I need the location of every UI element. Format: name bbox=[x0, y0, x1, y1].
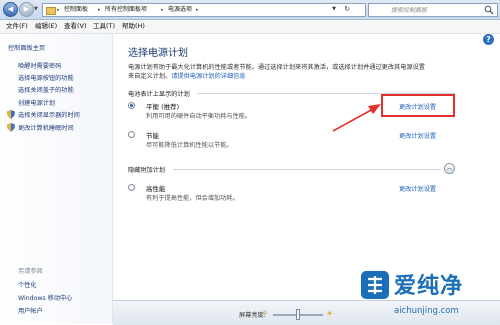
page-description: 电源计划有助于最大化计算机的性能或者节能。通过选择计划来将其激活，或选择计划并通… bbox=[128, 64, 425, 71]
see-also-heading: 另请参阅 bbox=[18, 268, 43, 275]
address-bar: ◀ ▶ ▼ ▸ 控制面板 ▸ 所有控制面板项 ▸ 电源选项 ▸ ▼ ↻ bbox=[0, 0, 500, 20]
collapse-chevron-icon[interactable]: ︿ bbox=[444, 163, 455, 174]
page-description-line2: 来自定义计划。请提供电源计划的详细信息 bbox=[128, 71, 246, 80]
shield-icon bbox=[7, 123, 15, 132]
menu-help[interactable]: 帮助(H) bbox=[122, 22, 145, 31]
annotation-highlight-box bbox=[381, 94, 455, 117]
breadcrumb-separator-icon[interactable]: ▸ bbox=[98, 5, 101, 15]
brightness-low-icon: ☼ bbox=[262, 309, 269, 317]
shield-icon bbox=[7, 110, 15, 119]
breadcrumb-item[interactable]: 电源选项 bbox=[168, 5, 192, 15]
search-input[interactable] bbox=[391, 4, 481, 16]
plan-balanced-desc: 利用可用的硬件自动平衡功耗与性能。 bbox=[146, 113, 252, 120]
see-also-user-accounts[interactable]: 用户帐户 bbox=[18, 306, 43, 315]
sidebar-item-close-lid[interactable]: 选择关闭盖子的功能 bbox=[18, 85, 74, 94]
page-description-prefix: 来自定义计划。 bbox=[128, 73, 172, 80]
help-icon[interactable]: ? bbox=[483, 34, 494, 45]
search-icon[interactable] bbox=[484, 5, 494, 15]
back-button[interactable]: ◀ bbox=[3, 2, 18, 17]
sidebar-item-wake-password[interactable]: 唤醒时需要密码 bbox=[18, 61, 61, 70]
breadcrumb-separator-icon[interactable]: ▸ bbox=[57, 5, 60, 15]
page-title: 选择电源计划 bbox=[128, 48, 188, 59]
menu-tools[interactable]: 工具(T) bbox=[93, 22, 115, 31]
menu-bar: 文件(F) 编辑(E) 查看(V) 工具(T) 帮助(H) bbox=[0, 20, 500, 34]
menu-edit[interactable]: 编辑(E) bbox=[35, 22, 57, 31]
plan-saver-change-settings-link[interactable]: 更改计划设置 bbox=[399, 131, 436, 140]
sidebar: 控制面板主页 唤醒时需要密码 选择电源按钮的功能 选择关闭盖子的功能 创建电源计… bbox=[0, 34, 113, 324]
search-box[interactable] bbox=[368, 3, 498, 17]
refresh-icon[interactable]: ↻ bbox=[341, 3, 353, 15]
forward-button[interactable]: ▶ bbox=[19, 2, 34, 17]
watermark: 爱纯净 aichunjing.com bbox=[356, 268, 500, 324]
breadcrumb[interactable]: ▸ 控制面板 ▸ 所有控制面板项 ▸ 电源选项 ▸ bbox=[42, 3, 366, 17]
brightness-high-icon: ☀ bbox=[326, 309, 334, 318]
breadcrumb-separator-icon[interactable]: ▸ bbox=[196, 5, 199, 15]
address-dropdown-icon[interactable]: ▼ bbox=[329, 3, 339, 15]
menu-file[interactable]: 文件(F) bbox=[6, 22, 28, 31]
plan-high-performance-change-settings-link[interactable]: 更改计划设置 bbox=[399, 184, 436, 193]
recent-pages-dropdown-icon[interactable]: ▼ bbox=[34, 6, 38, 12]
watermark-logo-icon bbox=[361, 271, 389, 299]
sidebar-item-create-plan[interactable]: 创建电源计划 bbox=[18, 98, 55, 107]
plan-saver-desc: 尽可能降低计算机性能以节能。 bbox=[146, 142, 233, 149]
plan-high-performance-name[interactable]: 高性能 bbox=[146, 183, 166, 193]
sidebar-item-power-button[interactable]: 选择电源按钮的功能 bbox=[18, 73, 74, 82]
plan-saver-radio[interactable] bbox=[128, 131, 135, 138]
menu-view[interactable]: 查看(V) bbox=[64, 22, 87, 31]
see-also-personalization[interactable]: 个性化 bbox=[18, 280, 37, 289]
plan-balanced-radio[interactable] bbox=[128, 102, 135, 109]
group-title-hidden-plans[interactable]: 隐藏附加计划 bbox=[128, 165, 165, 174]
breadcrumb-item[interactable]: 所有控制面板项 bbox=[105, 5, 147, 15]
sidebar-item-home[interactable]: 控制面板主页 bbox=[8, 43, 45, 52]
breadcrumb-separator-icon[interactable]: ▸ bbox=[161, 5, 164, 15]
plan-balanced-name[interactable]: 平衡 (推荐) bbox=[146, 101, 179, 111]
breadcrumb-item[interactable]: 控制面板 bbox=[64, 5, 88, 15]
plan-high-performance-radio[interactable] bbox=[128, 184, 135, 191]
plan-saver-name[interactable]: 节能 bbox=[146, 130, 159, 140]
plan-high-performance-desc: 有利于提高性能，但会增加功耗。 bbox=[146, 195, 239, 202]
watermark-url: aichunjing.com bbox=[394, 306, 459, 316]
divider bbox=[173, 169, 441, 170]
watermark-text: 爱纯净 bbox=[394, 274, 464, 299]
brightness-slider-handle[interactable] bbox=[296, 309, 300, 320]
sidebar-item-display-off[interactable]: 选择关闭显示器的时间 bbox=[18, 110, 80, 119]
plan-details-link[interactable]: 请提供电源计划的详细信息 bbox=[171, 73, 245, 80]
see-also-mobility-center[interactable]: Windows 移动中心 bbox=[18, 293, 72, 302]
group-title-battery-plans: 电池表计上显示的计划 bbox=[128, 91, 190, 98]
sidebar-item-sleep-time[interactable]: 更改计算机睡眠时间 bbox=[18, 123, 74, 132]
control-panel-icon bbox=[46, 7, 56, 15]
